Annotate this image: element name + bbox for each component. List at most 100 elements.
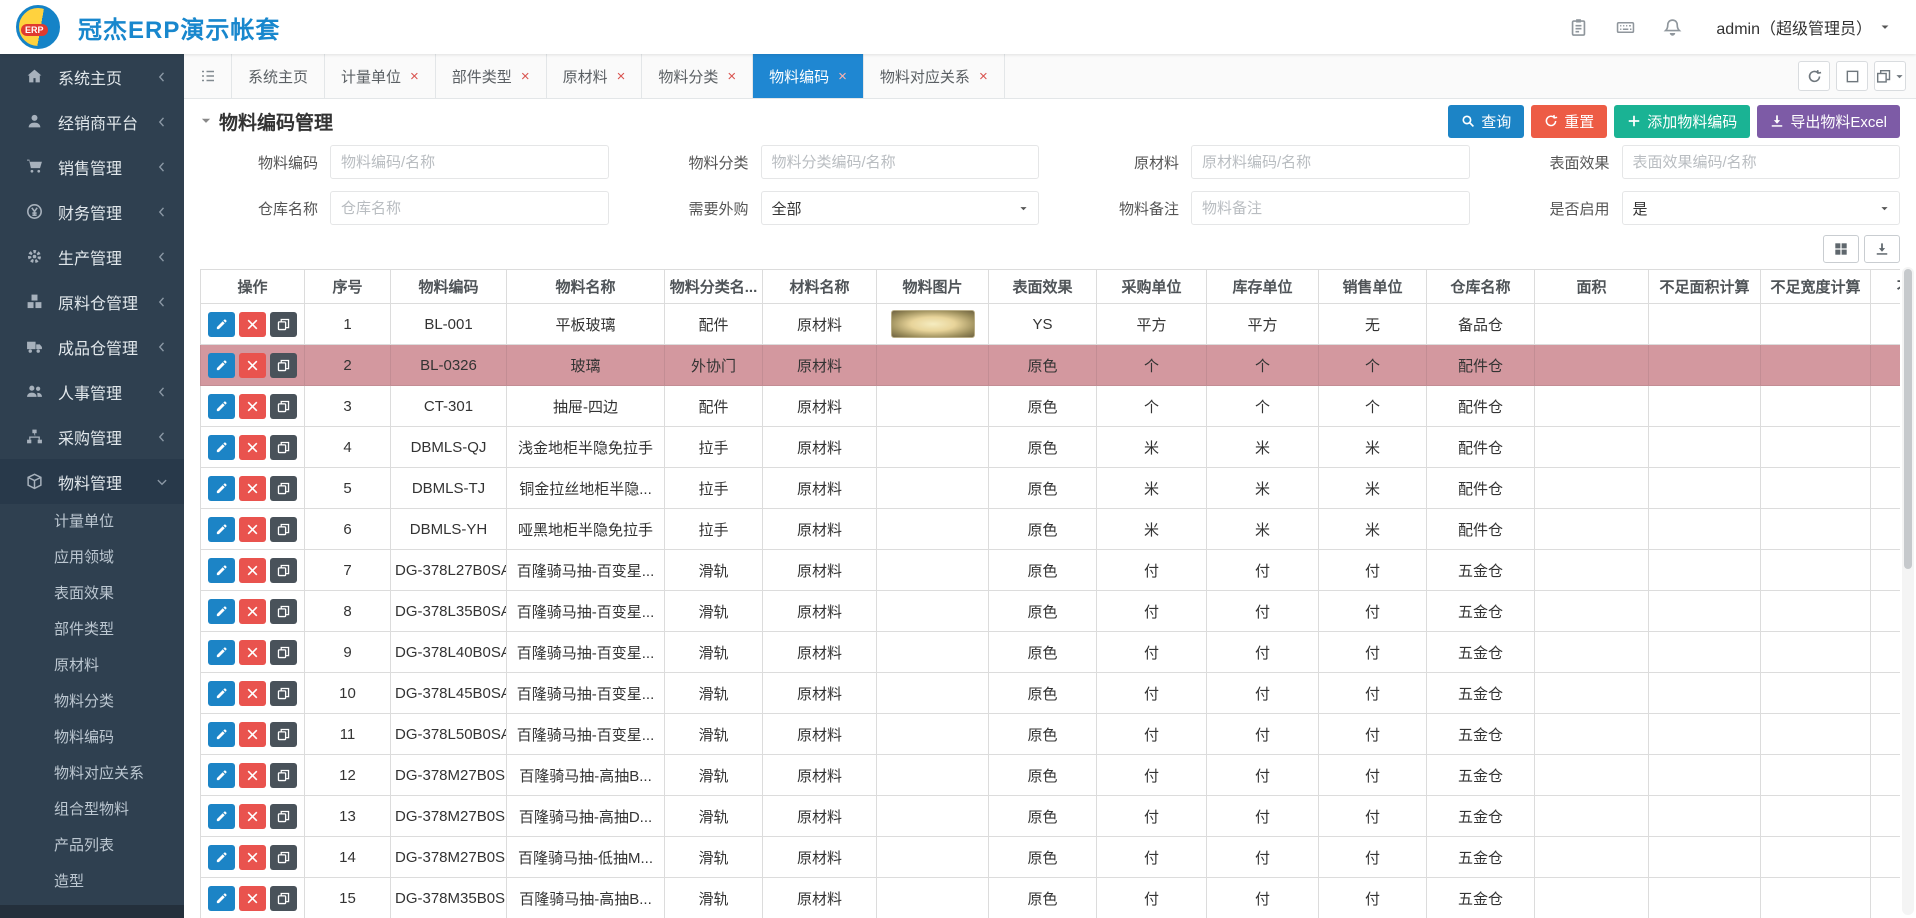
copy-button[interactable]: [270, 804, 297, 829]
delete-button[interactable]: [239, 886, 266, 911]
tab-4[interactable]: 物料分类×: [642, 54, 753, 98]
filter-select-5[interactable]: 全部: [761, 191, 1040, 225]
edit-button[interactable]: [208, 640, 235, 665]
tab-1[interactable]: 计量单位×: [325, 54, 436, 98]
vertical-scrollbar[interactable]: [1902, 267, 1914, 915]
edit-button[interactable]: [208, 558, 235, 583]
filter-input-6[interactable]: [1191, 191, 1470, 225]
refresh-tab-button[interactable]: [1798, 61, 1830, 91]
filter-input-3[interactable]: [1622, 145, 1901, 179]
sidebar-item-5[interactable]: 原料仓管理: [0, 279, 184, 324]
bell-icon[interactable]: [1663, 18, 1682, 37]
export-grid-button[interactable]: [1864, 235, 1900, 263]
copy-button[interactable]: [270, 312, 297, 337]
edit-button[interactable]: [208, 763, 235, 788]
sidebar-subitem-1[interactable]: 应用领域: [0, 540, 184, 576]
close-icon[interactable]: ×: [727, 69, 736, 84]
columns-button[interactable]: [1823, 235, 1859, 263]
add-material-button[interactable]: 添加物料编码: [1614, 105, 1750, 138]
sidebar-item-4[interactable]: 生产管理: [0, 234, 184, 279]
delete-button[interactable]: [239, 804, 266, 829]
delete-button[interactable]: [239, 722, 266, 747]
edit-button[interactable]: [208, 599, 235, 624]
delete-button[interactable]: [239, 640, 266, 665]
filter-input-0[interactable]: [330, 145, 609, 179]
sidebar-item-6[interactable]: 成品仓管理: [0, 324, 184, 369]
delete-button[interactable]: [239, 435, 266, 460]
copy-button[interactable]: [270, 517, 297, 542]
tab-5[interactable]: 物料编码×: [753, 54, 864, 98]
delete-button[interactable]: [239, 476, 266, 501]
filter-input-1[interactable]: [761, 145, 1040, 179]
copy-button[interactable]: [270, 722, 297, 747]
sidebar-subitem-4[interactable]: 原材料: [0, 648, 184, 684]
sidebar-item-1[interactable]: 经销商平台: [0, 99, 184, 144]
edit-button[interactable]: [208, 804, 235, 829]
tab-0[interactable]: 系统主页: [232, 54, 325, 98]
close-icon[interactable]: ×: [410, 69, 419, 84]
fullscreen-button[interactable]: [1836, 61, 1868, 91]
delete-button[interactable]: [239, 763, 266, 788]
tab-2[interactable]: 部件类型×: [436, 54, 547, 98]
copy-button[interactable]: [270, 886, 297, 911]
sidebar-subitem-0[interactable]: 计量单位: [0, 504, 184, 540]
copy-button[interactable]: [270, 599, 297, 624]
sidebar-item-3[interactable]: 财务管理: [0, 189, 184, 234]
sidebar-subitem-8[interactable]: 组合型物料: [0, 792, 184, 828]
copy-button[interactable]: [270, 845, 297, 870]
sidebar-item-9[interactable]: 物料管理: [0, 459, 184, 504]
copy-button[interactable]: [270, 476, 297, 501]
sidebar-subitem-9[interactable]: 产品列表: [0, 828, 184, 864]
scrollbar-thumb[interactable]: [1904, 269, 1912, 569]
close-icon[interactable]: ×: [979, 69, 988, 84]
sidebar-item-0[interactable]: 系统主页: [0, 54, 184, 99]
sidebar-subitem-5[interactable]: 物料分类: [0, 684, 184, 720]
copy-button[interactable]: [270, 763, 297, 788]
sidebar-subitem-3[interactable]: 部件类型: [0, 612, 184, 648]
delete-button[interactable]: [239, 517, 266, 542]
edit-button[interactable]: [208, 845, 235, 870]
close-icon[interactable]: ×: [838, 69, 847, 84]
close-icon[interactable]: ×: [521, 69, 530, 84]
delete-button[interactable]: [239, 312, 266, 337]
edit-button[interactable]: [208, 476, 235, 501]
delete-button[interactable]: [239, 599, 266, 624]
filter-select-7[interactable]: 是: [1622, 191, 1901, 225]
edit-button[interactable]: [208, 394, 235, 419]
delete-button[interactable]: [239, 394, 266, 419]
close-icon[interactable]: ×: [617, 69, 626, 84]
tab-operations-button[interactable]: [1874, 61, 1906, 91]
edit-button[interactable]: [208, 517, 235, 542]
sidebar-subitem-6[interactable]: 物料编码: [0, 720, 184, 756]
edit-button[interactable]: [208, 722, 235, 747]
user-menu[interactable]: admin（超级管理员）: [1716, 15, 1890, 39]
delete-button[interactable]: [239, 558, 266, 583]
edit-button[interactable]: [208, 353, 235, 378]
delete-button[interactable]: [239, 681, 266, 706]
sidebar-subitem-10[interactable]: 造型: [0, 864, 184, 900]
filter-input-4[interactable]: [330, 191, 609, 225]
sidebar-item-7[interactable]: 人事管理: [0, 369, 184, 414]
copy-button[interactable]: [270, 640, 297, 665]
edit-button[interactable]: [208, 886, 235, 911]
edit-button[interactable]: [208, 435, 235, 460]
tab-list-button[interactable]: [184, 54, 232, 98]
sidebar-subitem-7[interactable]: 物料对应关系: [0, 756, 184, 792]
copy-button[interactable]: [270, 681, 297, 706]
delete-button[interactable]: [239, 353, 266, 378]
tab-3[interactable]: 原材料×: [547, 54, 643, 98]
query-button[interactable]: 查询: [1448, 105, 1524, 138]
edit-button[interactable]: [208, 312, 235, 337]
reset-button[interactable]: 重置: [1531, 105, 1607, 138]
filter-toggle-icon[interactable]: [200, 115, 212, 127]
sidebar-item-8[interactable]: 采购管理: [0, 414, 184, 459]
delete-button[interactable]: [239, 845, 266, 870]
copy-button[interactable]: [270, 353, 297, 378]
copy-button[interactable]: [270, 394, 297, 419]
filter-input-2[interactable]: [1191, 145, 1470, 179]
copy-button[interactable]: [270, 435, 297, 460]
tab-6[interactable]: 物料对应关系×: [864, 54, 1005, 98]
sidebar-subitem-2[interactable]: 表面效果: [0, 576, 184, 612]
sidebar-item-2[interactable]: 销售管理: [0, 144, 184, 189]
copy-button[interactable]: [270, 558, 297, 583]
